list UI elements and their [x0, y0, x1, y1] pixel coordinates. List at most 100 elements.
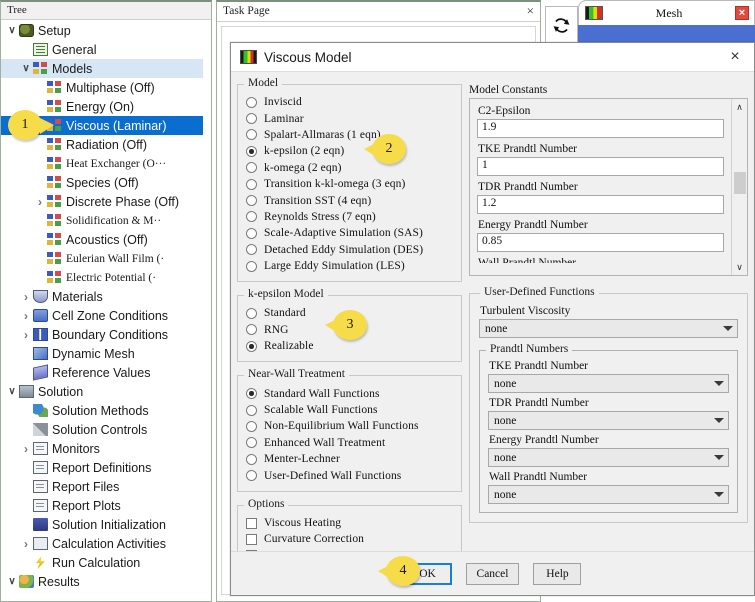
tree-item-materials[interactable]: Materials: [1, 287, 203, 306]
radio-button-icon[interactable]: [246, 420, 257, 432]
tree-list[interactable]: Setup General Models Multiphase (Off) Energy…: [1, 21, 203, 601]
near-wall-option[interactable]: Menter-Lechner: [246, 451, 453, 467]
radio-button-icon[interactable]: [246, 113, 257, 125]
checkbox-icon[interactable]: [246, 533, 257, 545]
prandtl-select[interactable]: none: [488, 411, 729, 430]
radio-button-icon[interactable]: [246, 195, 257, 207]
prandtl-select[interactable]: none: [488, 374, 729, 393]
tree-item-general[interactable]: General: [1, 40, 203, 59]
scroll-down-icon[interactable]: ∨: [732, 259, 747, 275]
radio-button-icon[interactable]: [246, 227, 257, 239]
tree-item-run-calculation[interactable]: Run Calculation: [1, 553, 203, 572]
model-constants-scroll-area[interactable]: C2-Epsilon 1.9 TKE Prandtl Number 1 TDR Pran…: [469, 98, 748, 276]
model-option[interactable]: k-omega (2 eqn): [246, 160, 453, 176]
kepsilon-option[interactable]: Realizable: [246, 338, 453, 354]
tree-item-report-definitions[interactable]: Report Definitions: [1, 458, 203, 477]
model-option[interactable]: Laminar: [246, 110, 453, 126]
tree-item-electric-potential[interactable]: Electric Potential (·: [1, 268, 203, 287]
radio-button-icon[interactable]: [246, 307, 257, 319]
tree-item-report-plots[interactable]: Report Plots: [1, 496, 203, 515]
model-option[interactable]: Transition k-kl-omega (3 eqn): [246, 176, 453, 192]
radio-button-icon[interactable]: [246, 388, 257, 400]
chevron-right-icon[interactable]: [19, 537, 33, 551]
cancel-button[interactable]: Cancel: [465, 562, 520, 585]
tree-item-report-files[interactable]: Report Files: [1, 477, 203, 496]
near-wall-option[interactable]: Enhanced Wall Treatment: [246, 435, 453, 451]
near-wall-radio-list[interactable]: Standard Wall Functions Scalable Wall Fun…: [246, 385, 453, 483]
tree-item-eulerian-wall-film[interactable]: Eulerian Wall Film (·: [1, 249, 203, 268]
close-icon[interactable]: ×: [735, 6, 749, 20]
vertical-scrollbar[interactable]: ∧ ∨: [731, 99, 747, 275]
chevron-down-icon[interactable]: [5, 576, 19, 587]
close-icon[interactable]: ×: [527, 4, 534, 18]
tree-item-monitors[interactable]: Monitors: [1, 439, 203, 458]
model-constant-input[interactable]: 1.2: [477, 195, 724, 214]
tree-item-models[interactable]: Models: [1, 59, 203, 78]
tree-item-heat-exchanger-o[interactable]: Heat Exchanger (O···: [1, 154, 203, 173]
radio-button-icon[interactable]: [246, 96, 257, 108]
chevron-right-icon[interactable]: [19, 309, 33, 323]
chevron-down-icon[interactable]: [19, 63, 33, 74]
model-option[interactable]: Reynolds Stress (7 eqn): [246, 209, 453, 225]
model-option[interactable]: Detached Eddy Simulation (DES): [246, 242, 453, 258]
chevron-right-icon[interactable]: [19, 442, 33, 456]
model-option[interactable]: k-epsilon (2 eqn): [246, 143, 453, 159]
tree-item-results[interactable]: Results: [1, 572, 203, 591]
radio-button-icon[interactable]: [246, 162, 257, 174]
radio-button-icon[interactable]: [246, 129, 257, 141]
model-constant-input[interactable]: 0.85: [477, 233, 724, 252]
model-option[interactable]: Transition SST (4 eqn): [246, 192, 453, 208]
model-constant-input[interactable]: 1: [477, 157, 724, 176]
radio-button-icon[interactable]: [246, 244, 257, 256]
model-option[interactable]: Scale-Adaptive Simulation (SAS): [246, 225, 453, 241]
near-wall-option[interactable]: Scalable Wall Functions: [246, 402, 453, 418]
radio-button-icon[interactable]: [246, 211, 257, 223]
model-constant-input[interactable]: 1.9: [477, 119, 724, 138]
tree-item-cell-zone-conditions[interactable]: Cell Zone Conditions: [1, 306, 203, 325]
model-option[interactable]: Spalart-Allmaras (1 eqn): [246, 127, 453, 143]
help-button[interactable]: Help: [533, 562, 582, 585]
tree-item-species-off[interactable]: Species (Off): [1, 173, 203, 192]
turbulent-viscosity-select[interactable]: none: [479, 319, 738, 338]
chevron-down-icon[interactable]: [5, 25, 19, 36]
tree-item-solution[interactable]: Solution: [1, 382, 203, 401]
radio-button-icon[interactable]: [246, 260, 257, 272]
near-wall-option[interactable]: Non-Equilibrium Wall Functions: [246, 418, 453, 434]
options-checkbox[interactable]: Curvature Correction: [246, 531, 453, 547]
radio-button-icon[interactable]: [246, 470, 257, 482]
prandtl-select[interactable]: none: [488, 485, 729, 504]
chevron-right-icon[interactable]: [19, 290, 33, 304]
tree-item-boundary-conditions[interactable]: Boundary Conditions: [1, 325, 203, 344]
chevron-down-icon[interactable]: [5, 386, 19, 397]
model-radio-list[interactable]: Inviscid Laminar Spalart-Allmaras (1 eqn) k…: [246, 94, 453, 274]
prandtl-select[interactable]: none: [488, 448, 729, 467]
radio-button-icon[interactable]: [246, 178, 257, 190]
model-option[interactable]: Large Eddy Simulation (LES): [246, 258, 453, 274]
chevron-right-icon[interactable]: [19, 328, 33, 342]
tree-item-discrete-phase-off[interactable]: Discrete Phase (Off): [1, 192, 203, 211]
radio-button-icon[interactable]: [246, 437, 257, 449]
near-wall-option[interactable]: User-Defined Wall Functions: [246, 467, 453, 483]
scrollbar-thumb[interactable]: [734, 172, 746, 194]
chevron-right-icon[interactable]: [33, 195, 47, 209]
model-option[interactable]: Inviscid: [246, 94, 453, 110]
close-icon[interactable]: ×: [726, 48, 744, 66]
tree-item-setup[interactable]: Setup: [1, 21, 203, 40]
refresh-button[interactable]: [545, 6, 578, 44]
tree-item-solidification-m[interactable]: Solidification & M··: [1, 211, 203, 230]
radio-button-icon[interactable]: [246, 145, 257, 157]
radio-button-icon[interactable]: [246, 324, 257, 336]
options-checkbox[interactable]: Viscous Heating: [246, 515, 453, 531]
scroll-up-icon[interactable]: ∧: [732, 99, 747, 115]
tree-item-solution-methods[interactable]: Solution Methods: [1, 401, 203, 420]
tab-mesh[interactable]: Mesh ×: [578, 0, 755, 25]
tree-item-acoustics-off[interactable]: Acoustics (Off): [1, 230, 203, 249]
near-wall-option[interactable]: Standard Wall Functions: [246, 385, 453, 401]
tree-item-reference-values[interactable]: Reference Values: [1, 363, 203, 382]
tree-item-solution-initialization[interactable]: Solution Initialization: [1, 515, 203, 534]
radio-button-icon[interactable]: [246, 453, 257, 465]
tree-item-calculation-activities[interactable]: Calculation Activities: [1, 534, 203, 553]
tree-item-dynamic-mesh[interactable]: Dynamic Mesh: [1, 344, 203, 363]
radio-button-icon[interactable]: [246, 404, 257, 416]
radio-button-icon[interactable]: [246, 340, 257, 352]
